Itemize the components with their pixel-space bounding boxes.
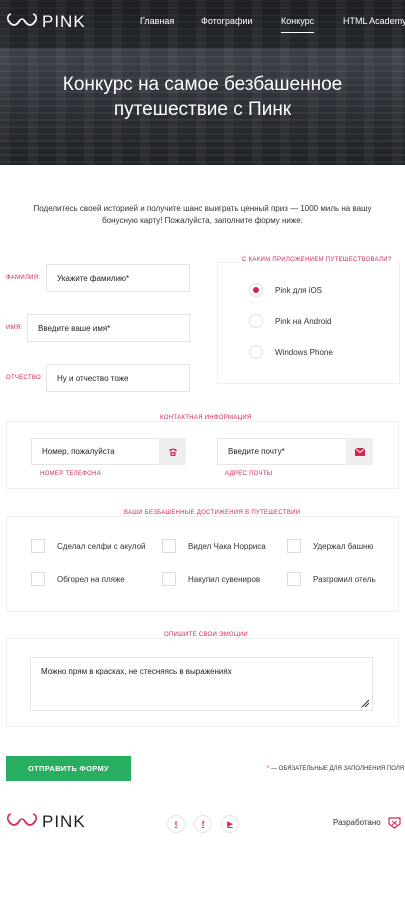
phone-caption: НОМЕР ТЕЛЕФОНА <box>40 471 102 477</box>
mail-icon <box>354 447 365 456</box>
logo-text: PINK <box>42 812 86 831</box>
intro-text: Поделитесь своей историей и получите шан… <box>33 204 372 225</box>
radio-pink-ios[interactable]: Pink для iOS <box>249 283 322 297</box>
submit-button[interactable]: ОТПРАВИТЬ ФОРМУ <box>6 756 131 781</box>
site-logo[interactable]: PINK <box>6 12 86 32</box>
radio-label-windows: Windows Phone <box>275 347 333 357</box>
main-nav: Главная Фотографии Конкурс HTML Academy <box>140 16 405 36</box>
checkbox-label: Сделал селфи с акулой <box>57 541 146 551</box>
checkbox-hotel[interactable]: Разгромил отель <box>287 572 376 586</box>
patronymic-input[interactable]: Ну и отчество тоже <box>46 364 190 392</box>
mail-icon-button[interactable] <box>346 438 373 465</box>
checkbox-box[interactable] <box>162 539 176 553</box>
page-title: Конкурс на самое безбашенное путешествие… <box>62 74 343 120</box>
emotions-textarea[interactable]: Можно прям в красках, не стесняясь в выр… <box>30 657 373 711</box>
contacts-legend: КОНТАКТНАЯ ИНФОРМАЦИЯ <box>157 415 255 421</box>
radio-pink-android[interactable]: Pink на Android <box>249 314 331 328</box>
phone-icon <box>168 448 177 456</box>
checkbox-box[interactable] <box>31 539 45 553</box>
emotions-legend: ОПИШИТЕ СВОИ ЭМОЦИИ <box>161 632 251 638</box>
achievements-fieldset <box>6 516 399 612</box>
checkbox-box[interactable] <box>162 572 176 586</box>
checkbox-souvenirs[interactable]: Накупил сувениров <box>162 572 260 586</box>
required-text: — ОБЯЗАТЕЛЬНЫЕ ДЛЯ ЗАПОЛНЕНИЯ ПОЛЯ <box>269 766 405 772</box>
checkbox-held-tower[interactable]: Удержал башню <box>287 539 373 553</box>
radio-windows-phone[interactable]: Windows Phone <box>249 345 333 359</box>
checkbox-selfie-shark[interactable]: Сделал селфи с акулой <box>31 539 146 553</box>
footer-logo[interactable]: PINK <box>6 812 86 832</box>
checkbox-chuck-norris[interactable]: Видел Чака Норриса <box>162 539 266 553</box>
resize-handle-icon[interactable] <box>361 699 369 707</box>
html-academy-icon[interactable] <box>388 816 401 829</box>
glasses-logo-icon <box>7 13 37 26</box>
radio-label-ios: Pink для iOS <box>275 285 323 295</box>
facebook-icon[interactable]: f <box>194 815 212 833</box>
radio-circle[interactable] <box>249 314 263 328</box>
phone-icon-button[interactable] <box>159 438 186 465</box>
required-note: * — ОБЯЗАТЕЛЬНЫЕ ДЛЯ ЗАПОЛНЕНИЯ ПОЛЯ <box>267 766 404 772</box>
app-legend: С КАКИМ ПРИЛОЖЕНИЕМ ПУТЕШЕСТВОВАЛИ? <box>239 257 395 263</box>
radio-dot <box>253 287 259 293</box>
checkbox-box[interactable] <box>287 539 301 553</box>
name-input[interactable]: Введите ваше имя* <box>27 314 190 342</box>
email-caption: АДРЕС ПОЧТЫ <box>225 471 273 477</box>
youtube-icon[interactable]: ▶ <box>221 815 239 833</box>
surname-input[interactable]: Укажите фамилию* <box>46 264 190 292</box>
logo-text: PINK <box>42 12 86 31</box>
radio-circle-selected[interactable] <box>249 283 263 297</box>
hero-header: PINK Главная Фотографии Конкурс HTML Aca… <box>0 0 405 165</box>
achievements-legend: ВАШИ БЕЗБАШЕННЫЕ ДОСТИЖЕНИЯ В ПУТЕШЕСТВИ… <box>121 510 304 516</box>
patronymic-label: ОТЧЕСТВО: <box>6 375 43 381</box>
checkbox-sunburn[interactable]: Обгорел на пляже <box>31 572 125 586</box>
developed-by-text: Разработано <box>333 818 381 827</box>
checkbox-label: Удержал башню <box>313 541 374 551</box>
nav-item-html-academy[interactable]: HTML Academy <box>343 16 405 26</box>
nav-item-photos[interactable]: Фотографии <box>201 16 252 26</box>
checkbox-box[interactable] <box>31 572 45 586</box>
checkbox-box[interactable] <box>287 572 301 586</box>
radio-circle[interactable] <box>249 345 263 359</box>
emotions-placeholder: Можно прям в красках, не стесняясь в выр… <box>41 667 232 676</box>
checkbox-label: Видел Чака Норриса <box>188 541 266 551</box>
twitter-icon[interactable]: t <box>167 815 185 833</box>
surname-label: ФАМИЛИЯ: <box>6 275 41 281</box>
glasses-logo-icon <box>7 813 37 826</box>
checkbox-label: Накупил сувениров <box>188 574 261 584</box>
checkbox-label: Обгорел на пляже <box>57 574 125 584</box>
nav-item-contest[interactable]: Конкурс <box>281 16 315 33</box>
name-label: ИМЯ: <box>6 325 23 331</box>
radio-label-android: Pink на Android <box>275 316 332 326</box>
checkbox-label: Разгромил отель <box>313 574 376 584</box>
nav-item-home[interactable]: Главная <box>140 16 174 26</box>
